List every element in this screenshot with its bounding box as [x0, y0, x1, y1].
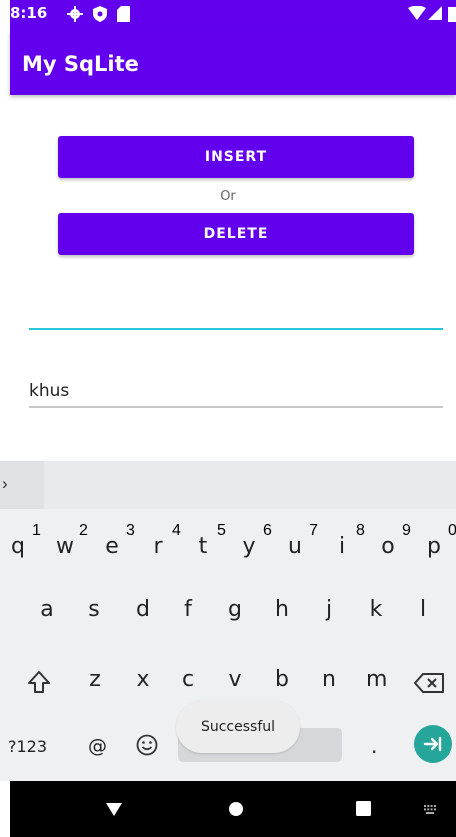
key-i[interactable]: i: [332, 534, 352, 559]
emoji-icon[interactable]: [136, 734, 158, 756]
key-o[interactable]: o: [378, 534, 398, 559]
enter-key[interactable]: [414, 725, 452, 763]
navigation-bar: [10, 781, 456, 837]
key-l[interactable]: l: [413, 597, 433, 622]
key-z[interactable]: z: [85, 667, 105, 692]
delete-button[interactable]: DELETE: [58, 213, 414, 255]
key-hint: 8: [356, 522, 365, 539]
key-m[interactable]: m: [366, 667, 387, 692]
back-triangle-icon[interactable]: [106, 801, 122, 817]
symbols-key[interactable]: ?123: [8, 737, 47, 756]
status-time: 8:16: [10, 4, 48, 22]
first-input-field[interactable]: [29, 296, 443, 334]
key-hint: 2: [79, 522, 88, 539]
key-v[interactable]: v: [225, 667, 245, 692]
battery-icon: [448, 7, 456, 22]
home-circle-icon[interactable]: [228, 801, 244, 817]
first-input-underline: [29, 328, 443, 330]
backspace-icon[interactable]: [414, 673, 444, 693]
key-hint: 0: [448, 522, 456, 539]
key-hint: 1: [32, 522, 41, 539]
key-f[interactable]: f: [178, 597, 198, 622]
key-p[interactable]: p: [424, 534, 444, 559]
key-h[interactable]: h: [272, 597, 292, 622]
key-s[interactable]: s: [84, 597, 104, 622]
key-j[interactable]: j: [319, 597, 339, 622]
signal-icon: [428, 6, 442, 20]
key-k[interactable]: k: [366, 597, 386, 622]
at-key[interactable]: @: [88, 735, 107, 757]
shield-icon: [93, 6, 107, 22]
key-q[interactable]: q: [8, 534, 28, 559]
insert-button[interactable]: INSERT: [58, 136, 414, 178]
keyboard-switch-icon[interactable]: [424, 805, 436, 814]
second-input-value: khus: [29, 381, 70, 401]
enter-icon: [423, 736, 442, 752]
toast-message: Successful: [176, 701, 300, 753]
period-key[interactable]: .: [371, 734, 377, 758]
sd-card-icon: [117, 6, 130, 22]
key-b[interactable]: b: [272, 667, 292, 692]
chevron-right-icon: ›: [2, 474, 8, 493]
key-y[interactable]: y: [239, 534, 259, 559]
key-hint: 3: [126, 522, 135, 539]
key-hint: 5: [217, 522, 226, 539]
key-d[interactable]: d: [133, 597, 153, 622]
keyboard-expand-button[interactable]: ›: [0, 461, 44, 509]
wifi-icon: [408, 6, 426, 20]
key-a[interactable]: a: [37, 597, 57, 622]
key-u[interactable]: u: [285, 534, 305, 559]
keyboard-suggestion-strip: [0, 461, 456, 509]
key-x[interactable]: x: [133, 667, 153, 692]
key-n[interactable]: n: [319, 667, 339, 692]
shift-icon[interactable]: [27, 670, 51, 694]
key-c[interactable]: c: [178, 667, 198, 692]
key-hint: 9: [402, 522, 411, 539]
or-label: Or: [220, 189, 236, 204]
key-hint: 6: [263, 522, 272, 539]
second-input-underline: [29, 406, 443, 408]
app-bar: My SqLite: [10, 31, 456, 95]
status-bar: 8:16: [10, 0, 456, 31]
key-hint: 7: [309, 522, 318, 539]
key-g[interactable]: g: [225, 597, 245, 622]
app-title: My SqLite: [22, 52, 139, 76]
key-e[interactable]: e: [102, 534, 122, 559]
key-w[interactable]: w: [55, 534, 75, 559]
key-r[interactable]: r: [148, 534, 168, 559]
settings-icon: [67, 6, 83, 22]
key-hint: 4: [172, 522, 181, 539]
key-t[interactable]: t: [193, 534, 213, 559]
recents-square-icon[interactable]: [356, 801, 371, 816]
second-input-field[interactable]: khus: [29, 374, 443, 412]
